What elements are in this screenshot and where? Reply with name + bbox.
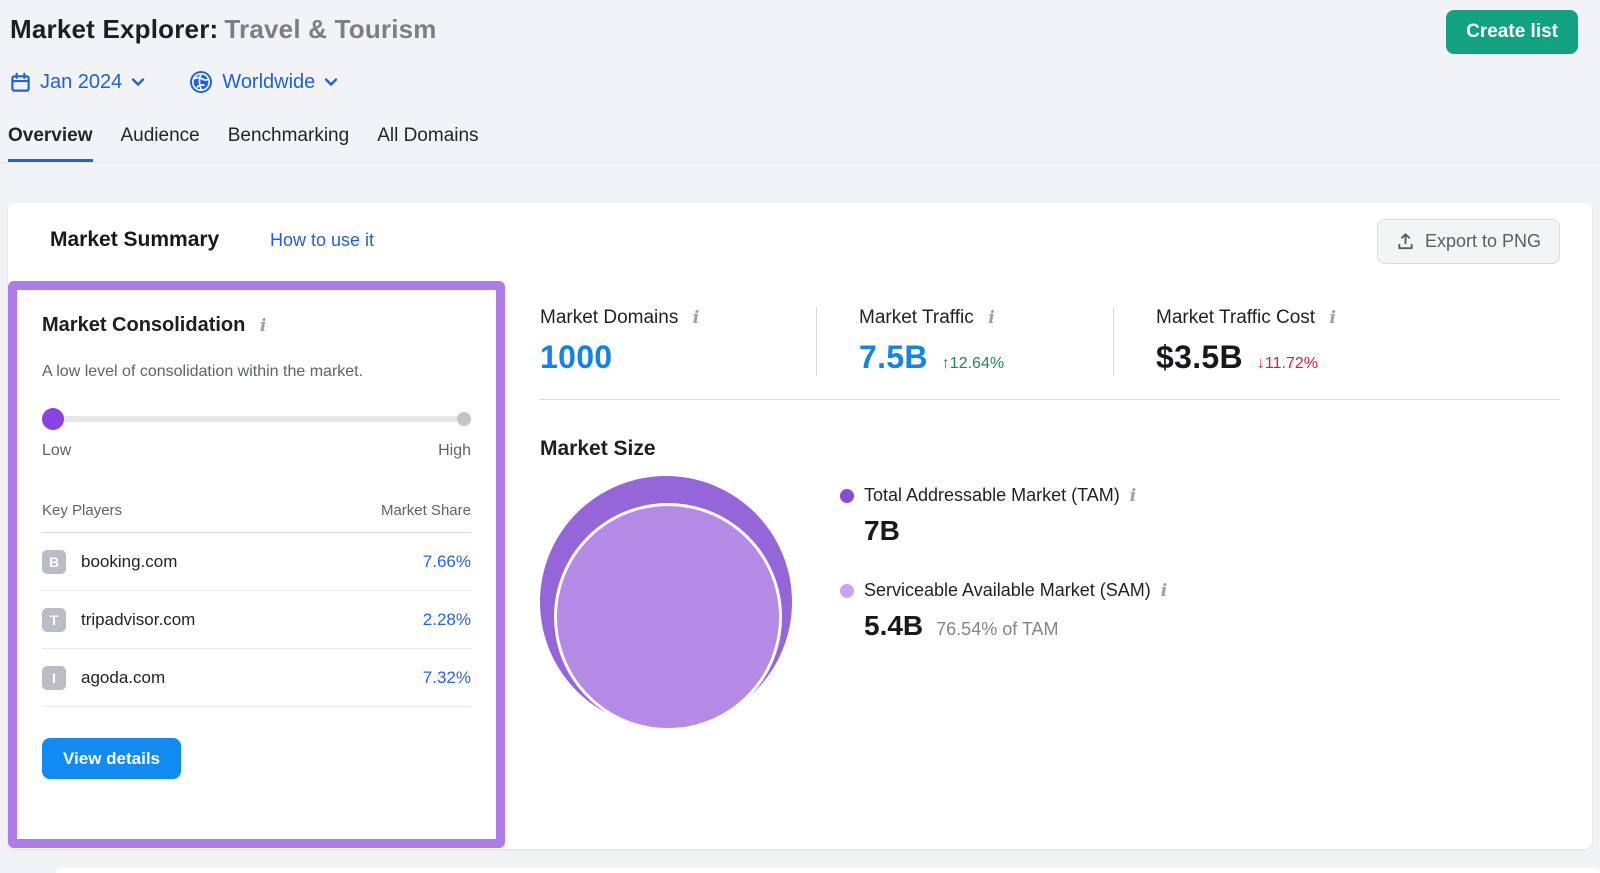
market-summary-card: Market Summary How to use it Export to P… bbox=[8, 203, 1592, 849]
section-divider bbox=[540, 399, 1560, 400]
sam-circle[interactable] bbox=[554, 503, 782, 731]
metric-value: $3.5B bbox=[1156, 339, 1243, 376]
info-icon[interactable]: i bbox=[1130, 486, 1136, 506]
tab-bar: Overview Audience Benchmarking All Domai… bbox=[0, 124, 1600, 163]
info-icon[interactable]: i bbox=[1330, 308, 1336, 328]
legend-item-sam: Serviceable Available Market (SAM) i 5.4… bbox=[840, 580, 1167, 642]
chevron-down-icon bbox=[131, 76, 145, 88]
sam-value: 5.4B bbox=[864, 610, 923, 642]
slider-track bbox=[42, 416, 471, 422]
metric-value: 7.5B bbox=[859, 339, 928, 376]
region-selector-label: Worldwide bbox=[222, 71, 315, 94]
market-overview-panel: Market Domains i 1000 Market Traffic i 7… bbox=[540, 307, 1560, 734]
domain-link[interactable]: booking.com bbox=[81, 552, 177, 572]
key-players-table-header: Key Players Market Share bbox=[42, 502, 471, 533]
domain-link[interactable]: agoda.com bbox=[81, 668, 165, 688]
favicon-booking: B bbox=[42, 550, 66, 574]
region-selector[interactable]: Worldwide bbox=[189, 70, 338, 94]
favicon-agoda: I bbox=[42, 666, 66, 690]
upload-icon bbox=[1396, 232, 1415, 251]
info-icon[interactable]: i bbox=[1161, 581, 1167, 601]
create-list-button[interactable]: Create list bbox=[1446, 10, 1578, 54]
market-share-value[interactable]: 7.32% bbox=[423, 668, 471, 688]
metric-market-traffic: Market Traffic i 7.5B ↑12.64% bbox=[816, 307, 1113, 376]
metric-change-down: ↓11.72% bbox=[1257, 355, 1318, 373]
page-title-prefix: Market Explorer: bbox=[10, 14, 218, 44]
card-title: Market Summary bbox=[50, 228, 219, 252]
metric-value: 1000 bbox=[540, 339, 612, 376]
tab-benchmarking[interactable]: Benchmarking bbox=[228, 125, 349, 162]
info-icon[interactable]: i bbox=[693, 308, 699, 328]
tam-legend-dot bbox=[840, 489, 854, 503]
market-size-title: Market Size bbox=[540, 437, 1560, 461]
date-selector-label: Jan 2024 bbox=[40, 71, 122, 94]
page-title-market: Travel & Tourism bbox=[224, 14, 436, 44]
export-to-png-button[interactable]: Export to PNG bbox=[1377, 219, 1560, 264]
metrics-row: Market Domains i 1000 Market Traffic i 7… bbox=[540, 307, 1560, 376]
table-row[interactable]: B booking.com 7.66% bbox=[42, 533, 471, 591]
tab-overview[interactable]: Overview bbox=[8, 125, 93, 162]
page-header: Market Explorer:Travel & Tourism Create … bbox=[0, 0, 1600, 203]
metric-label: Market Domains bbox=[540, 307, 678, 328]
table-row[interactable]: T tripadvisor.com 2.28% bbox=[42, 591, 471, 649]
legend-item-tam: Total Addressable Market (TAM) i 7B bbox=[840, 485, 1167, 547]
column-key-players: Key Players bbox=[42, 502, 122, 519]
consolidation-title: Market Consolidation bbox=[42, 314, 245, 337]
next-card-top-edge bbox=[56, 868, 1600, 873]
metric-market-traffic-cost: Market Traffic Cost i $3.5B ↓11.72% bbox=[1113, 307, 1366, 376]
how-to-use-link[interactable]: How to use it bbox=[270, 230, 374, 251]
metric-change-up: ↑12.64% bbox=[942, 355, 1004, 373]
info-icon[interactable]: i bbox=[260, 316, 266, 336]
consolidation-slider[interactable] bbox=[42, 408, 471, 430]
market-size-legend: Total Addressable Market (TAM) i 7B Serv… bbox=[840, 485, 1167, 734]
column-market-share: Market Share bbox=[381, 502, 471, 519]
slider-thumb[interactable] bbox=[42, 408, 64, 430]
table-row[interactable]: I agoda.com 7.32% bbox=[42, 649, 471, 707]
market-size-chart-section: Total Addressable Market (TAM) i 7B Serv… bbox=[540, 476, 1560, 734]
date-selector[interactable]: Jan 2024 bbox=[10, 71, 145, 94]
sam-label: Serviceable Available Market (SAM) bbox=[864, 580, 1151, 601]
export-to-png-label: Export to PNG bbox=[1425, 231, 1541, 252]
market-share-value[interactable]: 7.66% bbox=[423, 552, 471, 572]
page-title: Market Explorer:Travel & Tourism bbox=[10, 14, 437, 45]
consolidation-description: A low level of consolidation within the … bbox=[42, 363, 471, 381]
info-icon[interactable]: i bbox=[988, 308, 994, 328]
tam-value: 7B bbox=[864, 515, 900, 547]
globe-icon bbox=[189, 70, 213, 94]
tab-all-domains[interactable]: All Domains bbox=[377, 125, 478, 162]
tam-sam-bubble-chart bbox=[540, 476, 796, 734]
market-consolidation-panel: Market Consolidation i A low level of co… bbox=[8, 281, 505, 848]
favicon-tripadvisor: T bbox=[42, 608, 66, 632]
slider-labels: Low High bbox=[42, 442, 471, 460]
calendar-icon bbox=[10, 72, 31, 93]
slider-high-label: High bbox=[438, 442, 471, 460]
view-details-button[interactable]: View details bbox=[42, 738, 181, 779]
slider-end-dot bbox=[457, 412, 471, 426]
card-header: Market Summary How to use it Export to P… bbox=[8, 203, 1592, 281]
chevron-down-icon bbox=[324, 76, 338, 88]
sam-percent-note: 76.54% of TAM bbox=[936, 619, 1058, 640]
market-share-value[interactable]: 2.28% bbox=[423, 610, 471, 630]
tam-label: Total Addressable Market (TAM) bbox=[864, 485, 1120, 506]
metric-label: Market Traffic bbox=[859, 307, 974, 328]
domain-link[interactable]: tripadvisor.com bbox=[81, 610, 195, 630]
filters-row: Jan 2024 Worldwide bbox=[10, 70, 338, 94]
key-players-table: Key Players Market Share B booking.com 7… bbox=[42, 502, 471, 707]
sam-legend-dot bbox=[840, 584, 854, 598]
slider-low-label: Low bbox=[42, 442, 71, 460]
metric-label: Market Traffic Cost bbox=[1156, 307, 1315, 328]
metric-market-domains: Market Domains i 1000 bbox=[540, 307, 816, 376]
tab-audience[interactable]: Audience bbox=[121, 125, 200, 162]
